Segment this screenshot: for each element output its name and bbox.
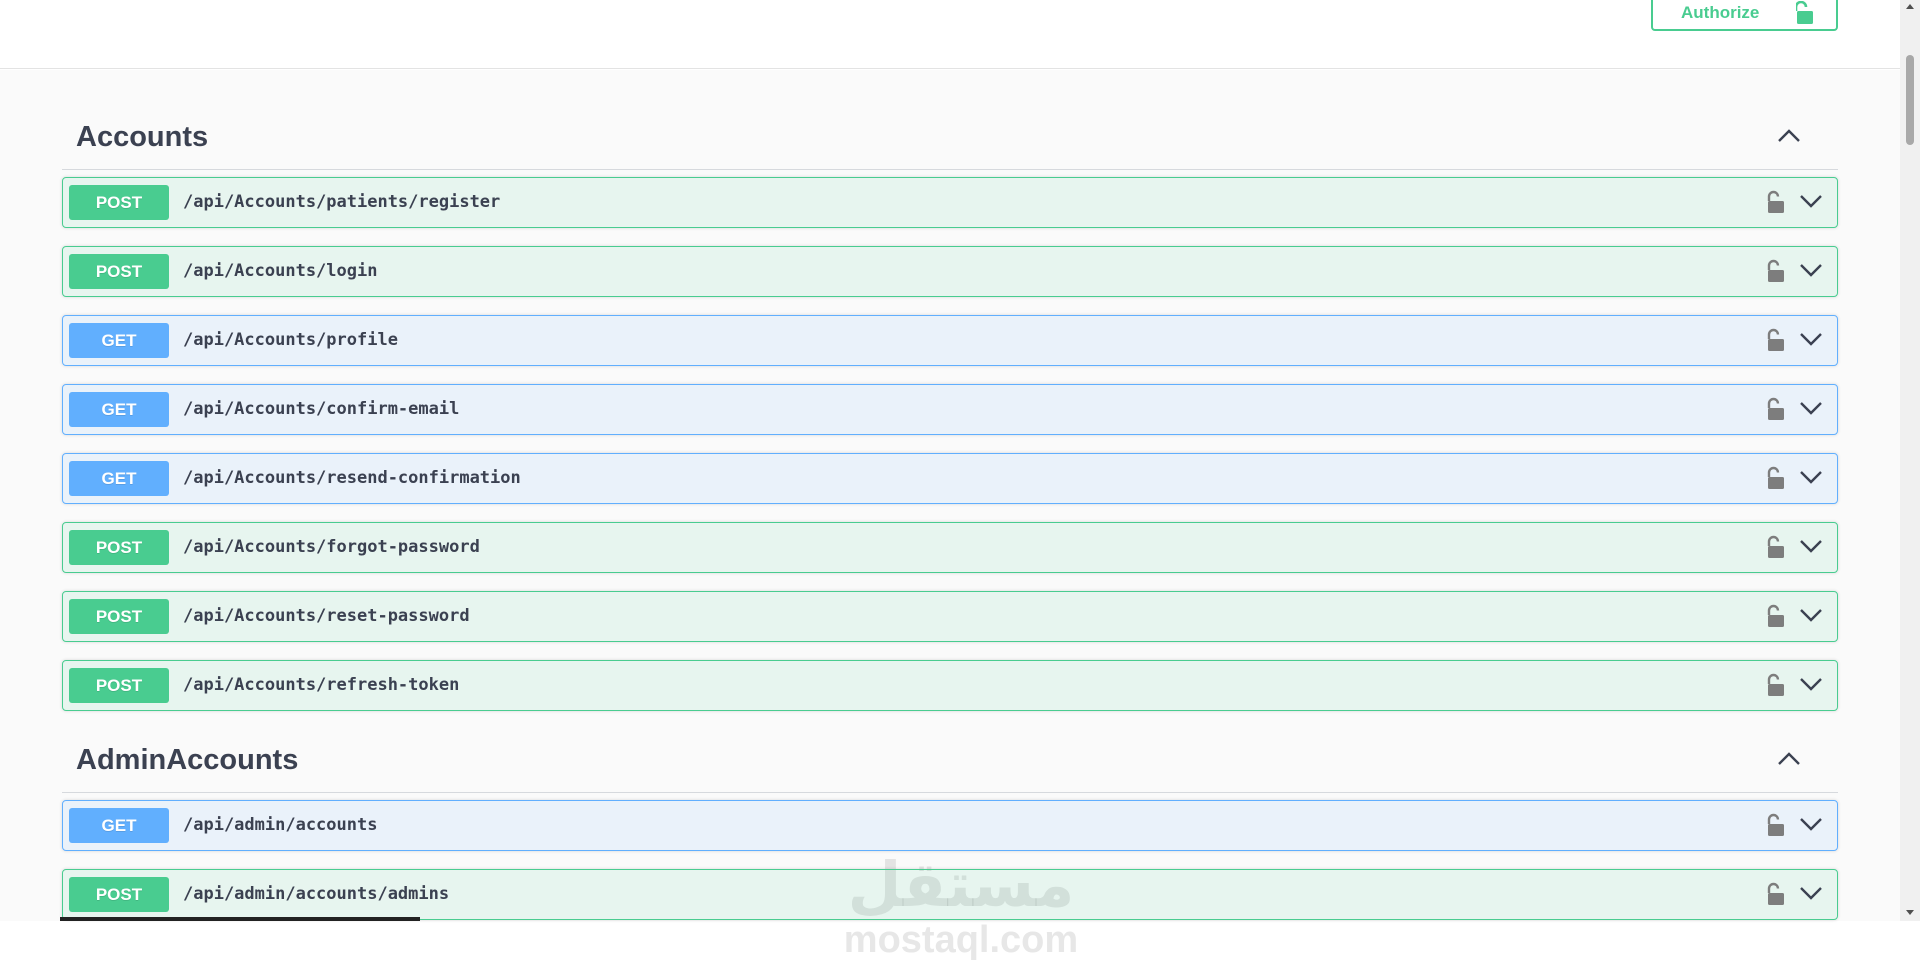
operation-row[interactable]: POST/api/Accounts/login (62, 246, 1838, 297)
unlocked-lock-icon[interactable] (1767, 882, 1785, 906)
operation-row[interactable]: POST/api/Accounts/refresh-token (62, 660, 1838, 711)
unlocked-lock-icon[interactable] (1767, 190, 1785, 214)
operation-path: /api/Accounts/confirm-email (183, 399, 460, 419)
operation-path: /api/Accounts/refresh-token (183, 675, 460, 695)
operation-path: /api/Accounts/patients/register (183, 192, 501, 212)
chevron-down-icon[interactable] (1799, 193, 1823, 209)
chevron-down-icon[interactable] (1799, 538, 1823, 554)
section-title: AdminAccounts (76, 744, 299, 776)
section-header-adminaccounts[interactable]: AdminAccounts (62, 727, 1838, 793)
unlocked-lock-icon[interactable] (1767, 259, 1785, 283)
operation-path: /api/Accounts/resend-confirmation (183, 468, 521, 488)
authorize-button[interactable]: Authorize (1651, 0, 1838, 31)
authorize-label: Authorize (1681, 2, 1760, 22)
method-badge: GET (69, 323, 169, 358)
operation-row[interactable]: GET/api/Accounts/resend-confirmation (62, 453, 1838, 504)
scrollbar-thumb[interactable] (1906, 55, 1914, 145)
chevron-down-icon[interactable] (1799, 469, 1823, 485)
method-badge: POST (69, 185, 169, 220)
operations-main: Accounts AdminAccounts مستقل mostaql.com… (0, 70, 1900, 960)
unlocked-lock-icon[interactable] (1767, 397, 1785, 421)
operation-row[interactable]: GET/api/admin/accounts (62, 800, 1838, 851)
section-adminaccounts: AdminAccounts (62, 727, 1838, 793)
chevron-down-icon[interactable] (1799, 262, 1823, 278)
unlocked-lock-icon[interactable] (1767, 813, 1785, 837)
chevron-up-icon[interactable] (1776, 126, 1802, 146)
unlocked-lock-icon[interactable] (1767, 466, 1785, 490)
method-badge: GET (69, 392, 169, 427)
chevron-up-icon[interactable] (1776, 749, 1802, 769)
unlocked-lock-icon[interactable] (1767, 535, 1785, 559)
unlocked-lock-icon (1796, 0, 1814, 25)
chevron-down-icon[interactable] (1799, 331, 1823, 347)
operation-row[interactable]: POST/api/Accounts/reset-password (62, 591, 1838, 642)
unlocked-lock-icon[interactable] (1767, 673, 1785, 697)
chevron-down-icon[interactable] (1799, 400, 1823, 416)
operation-path: /api/Accounts/reset-password (183, 606, 470, 626)
operation-row[interactable]: GET/api/Accounts/confirm-email (62, 384, 1838, 435)
bottom-edge-strip (60, 917, 420, 921)
operation-row[interactable]: GET/api/Accounts/profile (62, 315, 1838, 366)
chevron-down-icon[interactable] (1799, 676, 1823, 692)
operation-path: /api/Accounts/profile (183, 330, 398, 350)
scroll-down-arrow-icon[interactable] (1906, 910, 1914, 915)
operation-path: /api/Accounts/forgot-password (183, 537, 480, 557)
operation-path: /api/admin/accounts/admins (183, 884, 450, 904)
chevron-down-icon[interactable] (1799, 885, 1823, 901)
operation-path: /api/admin/accounts (183, 815, 378, 835)
method-badge: POST (69, 877, 169, 912)
operation-row[interactable]: POST/api/Accounts/patients/register (62, 177, 1838, 228)
method-badge: POST (69, 599, 169, 634)
vertical-scrollbar[interactable] (1900, 0, 1920, 921)
section-title: Accounts (76, 121, 209, 153)
section-header-accounts[interactable]: Accounts (62, 104, 1838, 170)
chevron-down-icon[interactable] (1799, 607, 1823, 623)
scroll-up-arrow-icon[interactable] (1906, 4, 1914, 9)
watermark-latin: mostaql.com (843, 919, 1079, 961)
method-badge: GET (69, 461, 169, 496)
operation-row[interactable]: POST/api/admin/accounts/admins (62, 869, 1838, 920)
operation-path: /api/Accounts/login (183, 261, 378, 281)
section-accounts: Accounts (62, 104, 1838, 170)
method-badge: GET (69, 808, 169, 843)
method-badge: POST (69, 530, 169, 565)
top-bar: Authorize (0, 0, 1900, 69)
operation-row[interactable]: POST/api/Accounts/forgot-password (62, 522, 1838, 573)
chevron-down-icon[interactable] (1799, 816, 1823, 832)
unlocked-lock-icon[interactable] (1767, 328, 1785, 352)
unlocked-lock-icon[interactable] (1767, 604, 1785, 628)
method-badge: POST (69, 254, 169, 289)
method-badge: POST (69, 668, 169, 703)
